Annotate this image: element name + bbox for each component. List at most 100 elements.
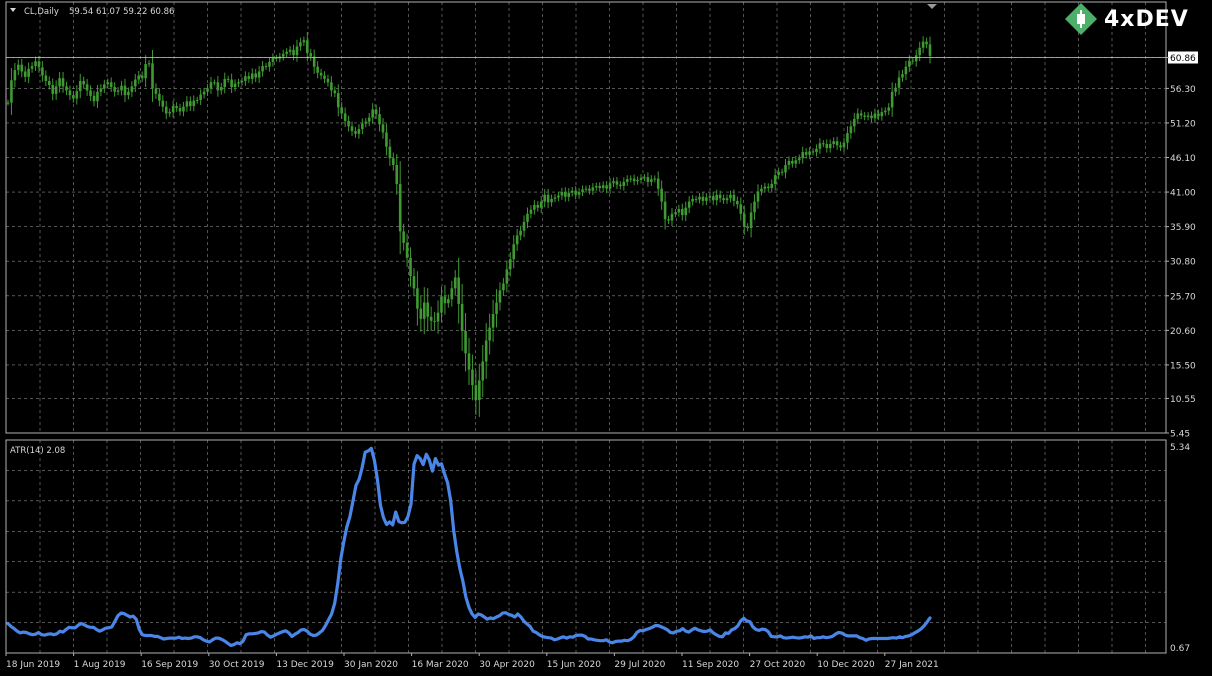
- candle-body: [275, 57, 278, 59]
- candle-body: [581, 189, 584, 193]
- candle-body: [402, 231, 405, 243]
- candle-body: [598, 185, 602, 189]
- candle-body: [564, 192, 567, 197]
- candle-body: [811, 151, 815, 153]
- date-tick-label: 13 Dec 2019: [276, 660, 334, 670]
- atr-series-line: [6, 446, 932, 647]
- candle-body: [58, 78, 61, 87]
- date-tick-label: 11 Sep 2020: [682, 660, 739, 670]
- candle-body: [34, 61, 37, 67]
- candle-body: [357, 129, 361, 134]
- candle-body: [481, 361, 485, 381]
- candle-body: [777, 171, 780, 176]
- candle-body: [385, 132, 388, 147]
- candle-body: [584, 188, 588, 190]
- candle-body: [140, 75, 144, 79]
- candle-body: [567, 192, 571, 197]
- candle-body: [10, 80, 13, 103]
- candle-body: [560, 192, 564, 196]
- candle-body: [574, 190, 577, 195]
- candle-body: [309, 53, 313, 57]
- candle-body: [92, 95, 96, 102]
- candle-body: [96, 91, 99, 102]
- candle-body: [557, 195, 560, 198]
- scroll-marker-icon[interactable]: [927, 4, 937, 9]
- axes: 60.86 56.30 51.20 46.10 41.00 35.90 30.80 25.70…: [5, 1, 1198, 670]
- candle-body: [89, 90, 92, 96]
- candle-body: [226, 78, 230, 80]
- candle-body: [333, 90, 337, 94]
- date-tick-label: 27 Oct 2020: [750, 660, 806, 670]
- atr-line: [6, 446, 932, 647]
- candle-body: [312, 56, 316, 67]
- candle-body: [151, 63, 154, 89]
- chart-canvas[interactable]: 60.86 56.30 51.20 46.10 41.00 35.90 30.80 25.70…: [0, 0, 1212, 676]
- candle-body: [388, 146, 392, 159]
- candle-body: [61, 78, 65, 87]
- candle-body: [161, 100, 165, 107]
- candle-body: [746, 226, 749, 229]
- candle-body: [343, 113, 347, 121]
- candle-body: [120, 85, 123, 91]
- candle-body: [660, 188, 663, 202]
- price-tick-label: 35.90: [1170, 223, 1196, 233]
- candle-body: [570, 190, 574, 193]
- ohlc-readout: 59.54 61.07 59.22 60.86: [69, 7, 174, 17]
- candle-body: [133, 79, 137, 87]
- candle-body: [601, 185, 605, 189]
- candle-body: [859, 113, 863, 116]
- candle-body: [808, 151, 811, 155]
- candle-body: [742, 213, 746, 227]
- candle-body: [30, 66, 34, 69]
- candle-body: [330, 82, 333, 91]
- candle-body: [925, 41, 928, 45]
- candle-body: [378, 114, 381, 125]
- candle-body: [230, 79, 233, 88]
- candle-body: [495, 302, 498, 315]
- candle-body: [467, 353, 471, 370]
- candle-body: [760, 188, 763, 192]
- candle-body: [890, 91, 894, 108]
- candle-body: [195, 99, 199, 101]
- candle-body: [608, 183, 612, 189]
- candle-body: [288, 49, 292, 52]
- candle-body: [147, 63, 151, 65]
- candle-body: [433, 320, 436, 322]
- candle-body: [918, 47, 921, 56]
- candle-body: [914, 55, 918, 62]
- candle-body: [656, 178, 660, 189]
- candle-body: [670, 213, 674, 221]
- price-tick-label: 41.00: [1170, 189, 1196, 199]
- collapse-arrow-icon[interactable]: [10, 8, 16, 12]
- candle-body: [189, 101, 192, 107]
- candle-body: [484, 340, 488, 362]
- candle-body: [725, 198, 729, 201]
- candle-body: [911, 60, 915, 62]
- candle-body: [268, 61, 271, 67]
- candle-body: [887, 107, 891, 111]
- candle-body: [588, 188, 591, 191]
- date-tick-label: 30 Oct 2019: [209, 660, 265, 670]
- candle-body: [247, 76, 251, 79]
- price-tick-label: 15.50: [1170, 361, 1196, 371]
- candle-body: [20, 64, 24, 72]
- candle-body: [519, 230, 522, 236]
- candle-body: [354, 131, 357, 134]
- candle-body: [106, 82, 110, 85]
- candle-body: [873, 113, 877, 119]
- candle-body: [863, 115, 866, 117]
- candle-body: [818, 143, 822, 149]
- candle-body: [175, 106, 178, 109]
- candle-body: [787, 160, 791, 165]
- candle-body: [41, 67, 44, 76]
- symbol-label: CL,Daily: [24, 7, 59, 17]
- candle-body: [244, 76, 247, 81]
- candle-body: [144, 64, 147, 79]
- candle-body: [550, 198, 553, 203]
- candle-body: [51, 85, 55, 94]
- candle-body: [216, 82, 220, 91]
- candle-body: [6, 102, 10, 104]
- candle-body: [116, 90, 120, 92]
- candle-body: [392, 158, 395, 165]
- diamond-candle-icon: [1065, 3, 1097, 35]
